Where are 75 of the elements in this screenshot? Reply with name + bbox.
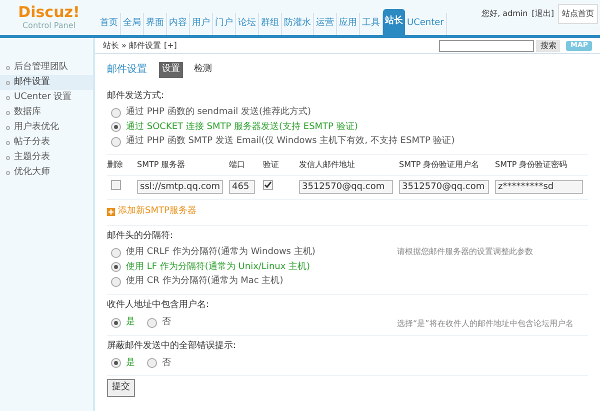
logo: Discuz! xyxy=(18,5,80,20)
column-header: 删除 xyxy=(107,158,124,170)
option-label: 否 xyxy=(162,316,171,329)
sidebar-item[interactable]: 优化大师 xyxy=(0,165,93,180)
logo-subtitle: Control Panel xyxy=(22,22,76,30)
port-field[interactable]: 465 xyxy=(229,180,255,194)
sidebar-item[interactable]: 数据库 xyxy=(0,105,93,120)
site-home-button[interactable]: 站点首页 xyxy=(558,4,598,24)
sidebar-item[interactable]: 后台管理团队 xyxy=(0,60,93,75)
setting-note: 请根据您邮件服务器的设置调整此参数 xyxy=(397,246,533,258)
nav-tab[interactable]: 运营 xyxy=(314,13,337,35)
column-header: 端口 xyxy=(229,158,246,170)
nav-tab[interactable]: 群组 xyxy=(259,13,282,35)
radio-button[interactable] xyxy=(111,122,121,132)
username-field[interactable]: 3512570@qq.com xyxy=(399,180,489,194)
plus-icon xyxy=(107,208,115,216)
nav-tab[interactable]: 站长 xyxy=(383,9,405,35)
option-label: 通过 PHP 函数的 sendmail 发送(推荐此方式) xyxy=(126,106,312,119)
section-title: 屏蔽邮件发送中的全部错误提示: xyxy=(107,340,238,353)
sidebar-item[interactable]: 帖子分表 xyxy=(0,135,93,150)
radio-button[interactable] xyxy=(111,358,121,368)
column-header: 发信人邮件地址 xyxy=(299,158,356,170)
option-label: 否 xyxy=(162,356,171,370)
option-label: 是 xyxy=(126,356,135,370)
sidebar-item[interactable]: 用户表优化 xyxy=(0,120,93,135)
setting-note: 选择“是”将在收件人的邮件地址中包含论坛用户名 xyxy=(397,318,574,330)
sidebar-item[interactable]: 主题分表 xyxy=(0,150,93,165)
server-field[interactable]: ssl://smtp.qq.com xyxy=(137,180,223,194)
page-title: 邮件设置 xyxy=(107,62,147,78)
section-title: 收件人地址中包含用户名: xyxy=(107,298,210,312)
sidebar-item[interactable]: UCenter 设置 xyxy=(0,90,93,105)
page-tab[interactable]: 设置 xyxy=(159,62,183,78)
nav-tab[interactable]: UCenter xyxy=(405,13,447,35)
radio-button[interactable] xyxy=(111,248,121,258)
radio-button[interactable] xyxy=(111,108,121,118)
radio-button[interactable] xyxy=(111,318,121,328)
radio-button[interactable] xyxy=(147,358,157,368)
option-label: 通过 PHP 函数 SMTP 发送 Email(仅 Windows 主机下有效, 不支持 ESMTP 验证) xyxy=(126,135,455,148)
nav-tab[interactable]: 用户 xyxy=(190,13,213,35)
section-title: 邮件头的分隔符: xyxy=(107,230,174,242)
nav-tab[interactable]: 内容 xyxy=(167,13,190,35)
column-header: SMTP 身份验证密码 xyxy=(495,158,568,170)
sidebar-item[interactable]: 邮件设置 xyxy=(0,75,93,90)
nav-tab[interactable]: 防灌水 xyxy=(282,13,314,35)
breadcrumb: 站长 » 邮件设置 xyxy=(103,40,161,52)
checkbox[interactable] xyxy=(111,180,121,190)
sender-field[interactable]: 3512570@qq.com xyxy=(299,180,393,194)
option-label: 使用 LF 作为分隔符(通常为 Unix/Linux 主机) xyxy=(126,260,310,274)
add-shortcut-link[interactable]: [+] xyxy=(164,40,177,52)
radio-button[interactable] xyxy=(111,136,121,147)
option-label: 使用 CR 作为分隔符(通常为 Mac 主机) xyxy=(126,275,284,288)
column-header: SMTP 服务器 xyxy=(137,158,186,170)
column-header: 验证 xyxy=(263,158,280,170)
option-label: 是 xyxy=(126,316,135,329)
column-header: SMTP 身份验证用户名 xyxy=(399,158,480,170)
nav-tab[interactable]: 首页 xyxy=(98,13,121,35)
user-greeting: 您好, admin xyxy=(482,8,528,20)
radio-button[interactable] xyxy=(111,262,121,272)
option-label: 通过 SOCKET 连接 SMTP 服务器发送(支持 ESMTP 验证) xyxy=(126,120,358,134)
nav-tab[interactable]: 全局 xyxy=(121,13,144,35)
section-title: 邮件发送方式: xyxy=(107,90,166,102)
checkbox[interactable] xyxy=(263,180,273,190)
nav-tab[interactable]: 门户 xyxy=(213,13,236,35)
logout-link[interactable]: [退出] xyxy=(532,8,554,20)
nav-tab[interactable]: 界面 xyxy=(144,13,167,35)
submit-button[interactable]: 提交 xyxy=(107,379,135,396)
search-field[interactable] xyxy=(439,40,534,52)
password-field[interactable]: z*********sd xyxy=(495,180,583,194)
nav-tab[interactable]: 应用 xyxy=(337,13,360,35)
radio-button[interactable] xyxy=(111,276,121,287)
search-button[interactable]: 搜索 xyxy=(536,40,560,52)
radio-button[interactable] xyxy=(147,318,157,328)
page-tab[interactable]: 检测 xyxy=(191,62,215,78)
option-label: 使用 CRLF 作为分隔符(通常为 Windows 主机) xyxy=(126,246,316,259)
nav-tab[interactable]: 论坛 xyxy=(236,13,259,35)
